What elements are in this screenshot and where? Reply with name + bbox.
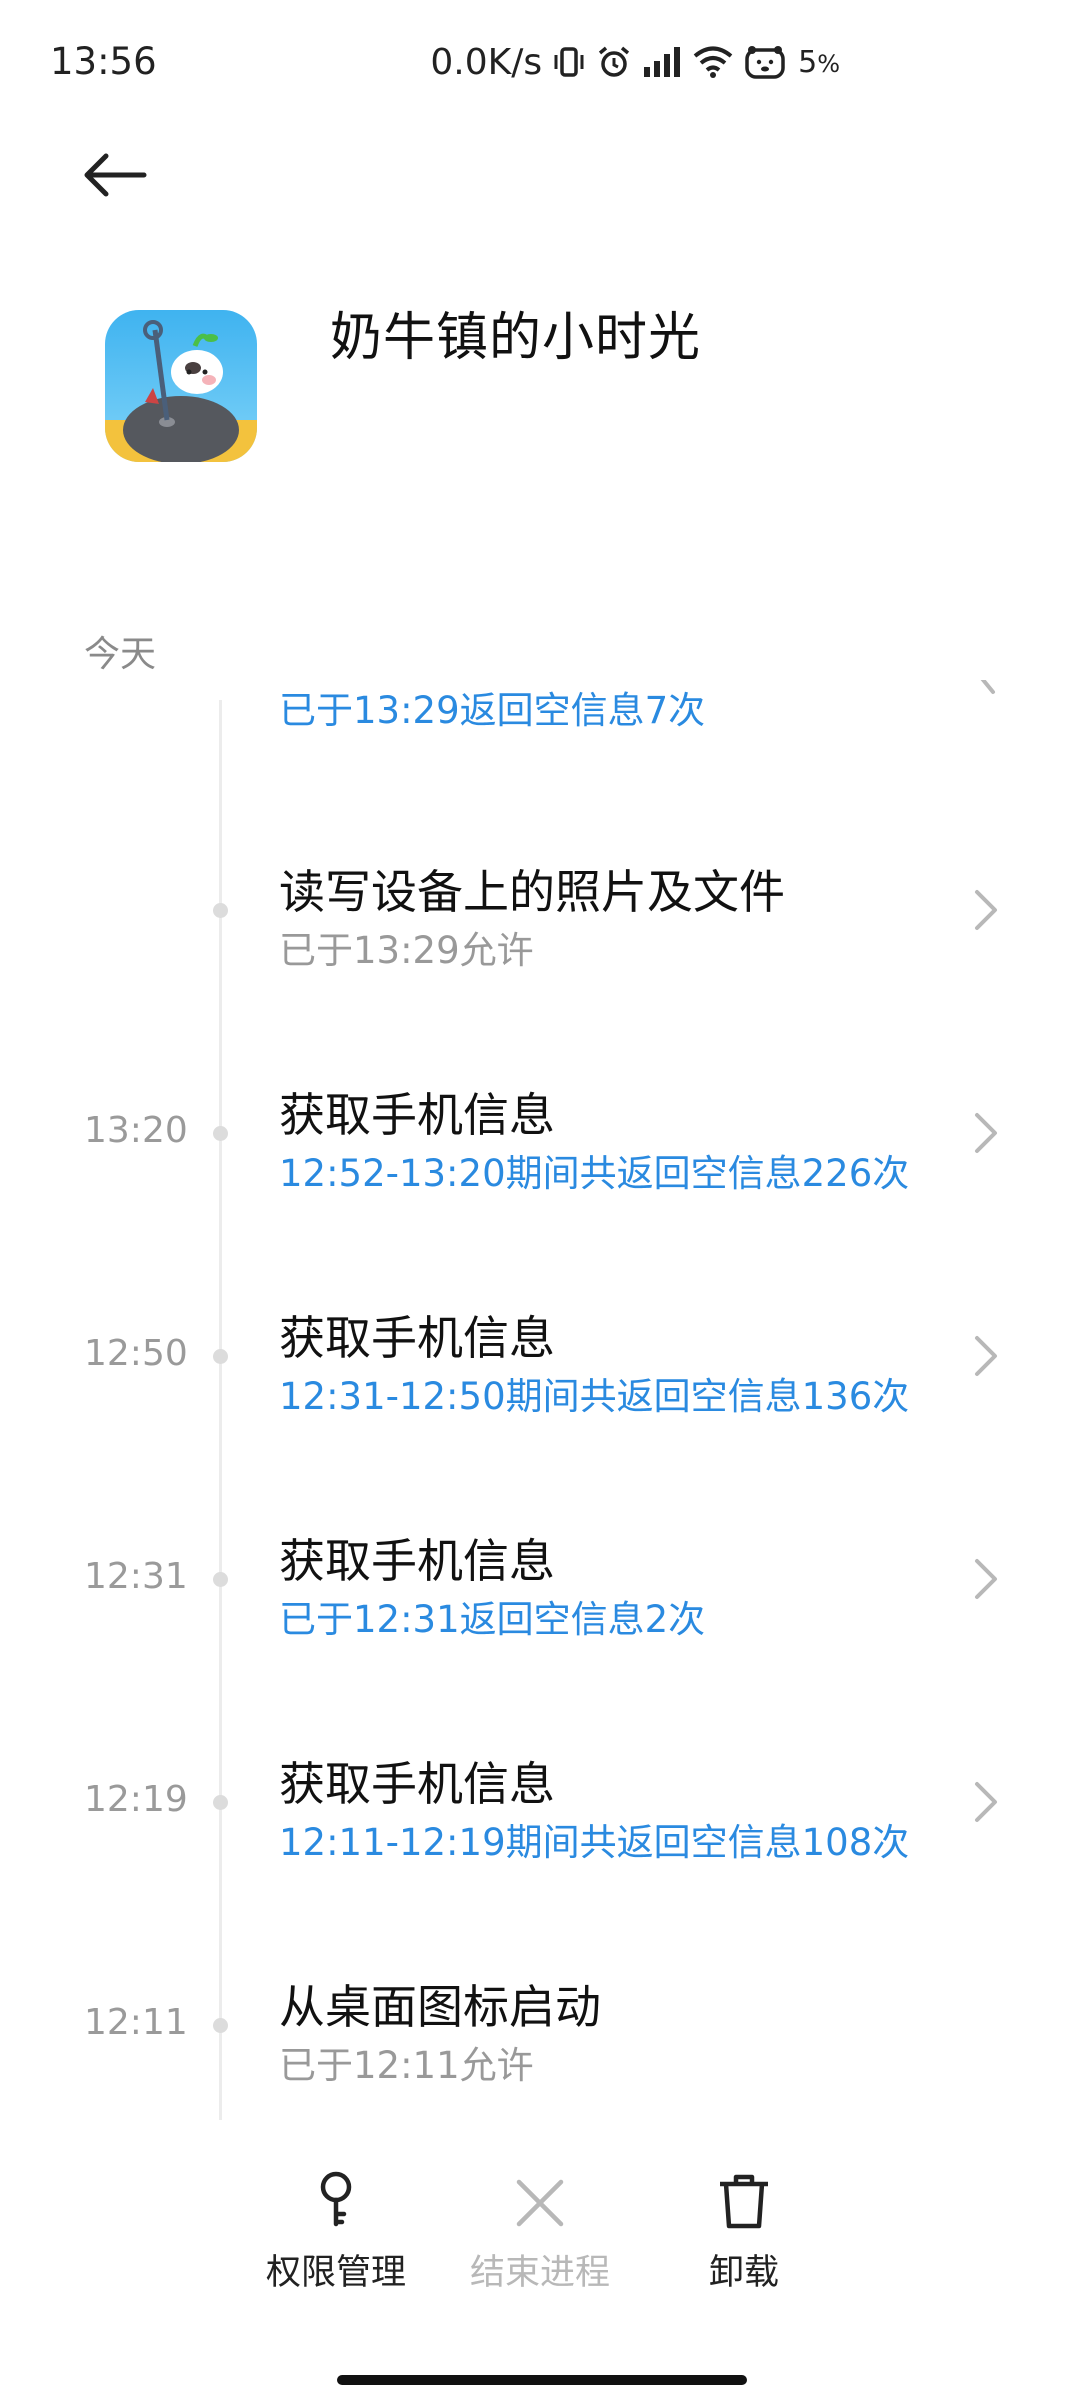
battery-face-icon — [744, 44, 786, 80]
home-indicator[interactable] — [337, 2375, 747, 2385]
timeline-dot — [213, 903, 228, 918]
app-name: 奶牛镇的小时光 — [330, 308, 702, 368]
wifi-icon — [692, 45, 734, 79]
end-process-button[interactable]: 结束进程 — [440, 2150, 640, 2310]
timeline-item-subtitle: 已于13:29返回空信息7次 — [279, 689, 706, 732]
arrow-left-icon — [84, 153, 147, 197]
status-time: 13:56 — [50, 40, 157, 83]
chevron-right-icon — [980, 680, 995, 694]
timeline-item-time: 12:50 — [84, 1333, 188, 1374]
timeline-item[interactable]: 12:50 获取手机信息 12:31-12:50期间共返回空信息136次 — [0, 1258, 1080, 1458]
timeline-item-subtitle: 12:11-12:19期间共返回空信息108次 — [279, 1821, 910, 1864]
timeline-dot — [213, 1572, 228, 1587]
timeline-item-title: 获取手机信息 — [279, 1311, 555, 1365]
net-speed: 0.0K/s — [430, 41, 543, 83]
signal-icon — [642, 45, 682, 79]
end-process-label: 结束进程 — [469, 2253, 610, 2293]
timeline-item-title: 获取手机信息 — [279, 1757, 555, 1811]
permissions-label: 权限管理 — [265, 2253, 406, 2293]
timeline-item-title: 读写设备上的照片及文件 — [279, 865, 785, 919]
timeline-item[interactable]: 12:31 获取手机信息 已于12:31返回空信息2次 — [0, 1481, 1080, 1681]
battery-unit: % — [817, 49, 840, 78]
back-button[interactable] — [70, 130, 160, 220]
timeline-item[interactable]: 12:19 获取手机信息 12:11-12:19期间共返回空信息108次 — [0, 1704, 1080, 1904]
timeline-item-title: 从桌面图标启动 — [279, 1980, 601, 2034]
timeline-item-title: 获取手机信息 — [279, 1088, 555, 1142]
vibrate-icon — [552, 45, 586, 79]
timeline-item[interactable]: 13:20 获取手机信息 12:52-13:20期间共返回空信息226次 — [0, 1035, 1080, 1235]
trash-icon — [716, 2150, 772, 2230]
timeline-item-subtitle: 12:52-13:20期间共返回空信息226次 — [279, 1152, 910, 1195]
timeline-dot — [213, 1795, 228, 1810]
chevron-right-icon — [975, 1336, 997, 1376]
timeline-item[interactable]: 读写设备上的照片及文件 已于13:29允许 — [0, 812, 1080, 1012]
timeline-item-subtitle: 已于12:11允许 — [279, 2044, 534, 2087]
permissions-button[interactable]: 权限管理 — [236, 2150, 436, 2310]
chevron-right-icon — [975, 890, 997, 930]
bottom-action-bar: 权限管理 结束进程 卸载 — [0, 2150, 1080, 2350]
timeline-item-subtitle: 12:31-12:50期间共返回空信息136次 — [279, 1375, 910, 1418]
chevron-right-icon — [975, 1559, 997, 1599]
chevron-right-icon — [975, 1113, 997, 1153]
uninstall-label: 卸载 — [708, 2253, 779, 2293]
timeline-item-time: 12:19 — [84, 1779, 188, 1820]
timeline-item-time: 12:31 — [84, 1556, 188, 1597]
timeline-dot — [213, 1126, 228, 1141]
battery-percent: 5 — [798, 44, 818, 80]
app-permission-history-screen: 13:56 0.0K/s 5% 奶牛镇的小时光 今天 已于13:29返回空信息7… — [0, 0, 1080, 2400]
timeline-item-subtitle: 已于13:29允许 — [279, 929, 534, 972]
chevron-right-icon — [975, 1782, 997, 1822]
status-icons: 0.0K/s 5% — [430, 36, 840, 88]
key-icon — [314, 2150, 358, 2230]
timeline-item-time: 13:20 — [84, 1110, 188, 1151]
alarm-icon — [596, 44, 632, 80]
timeline-item-subtitle: 已于12:31返回空信息2次 — [279, 1598, 706, 1641]
timeline-item-title: 获取手机信息 — [279, 1534, 555, 1588]
timeline-dot — [213, 1349, 228, 1364]
app-icon — [105, 310, 257, 462]
timeline-dot — [213, 2018, 228, 2033]
timeline-item[interactable]: 已于13:29返回空信息7次 — [0, 600, 1080, 800]
close-icon — [513, 2150, 567, 2230]
timeline-item-time: 12:11 — [84, 2002, 188, 2043]
uninstall-button[interactable]: 卸载 — [644, 2150, 844, 2310]
battery-level: 5% — [798, 45, 840, 80]
status-bar: 13:56 0.0K/s 5% — [0, 0, 1080, 130]
timeline-item[interactable]: 12:11 从桌面图标启动 已于12:11允许 — [0, 1927, 1080, 2127]
